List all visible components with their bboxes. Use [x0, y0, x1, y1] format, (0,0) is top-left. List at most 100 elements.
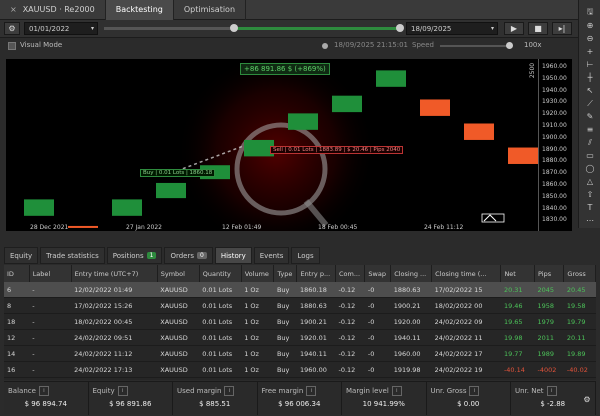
table-row[interactable]: 6-12/02/2022 01:49 XAUUSD 0.01 Lots 1 Oz Buy… [4, 282, 596, 298]
visual-mode-checkbox[interactable] [8, 42, 16, 50]
slider-handle-end[interactable] [396, 24, 404, 32]
info-icon[interactable]: i [306, 386, 317, 396]
tab-positions[interactable]: Positions 1 [106, 247, 163, 264]
table-row[interactable]: 18-18/02/2022 00:45 XAUUSD 0.01 Lots 1 Oz Bu… [4, 313, 596, 330]
table-row[interactable]: 14-24/02/2022 11:12 XAUUSD 0.01 Lots 1 Oz Bu… [4, 345, 596, 362]
column-header[interactable]: Quantity [199, 265, 242, 282]
stop-icon: ■ [534, 24, 542, 33]
tab-logs[interactable]: Logs [291, 247, 320, 264]
summary-label: Used margin i [177, 386, 235, 396]
more-icon[interactable]: ⋯ [579, 214, 600, 227]
summary-label: Free margin i [262, 386, 317, 396]
column-header[interactable]: Net [500, 265, 536, 282]
horizontal-line-icon[interactable]: ⊢ [579, 58, 600, 71]
speed-slider-handle[interactable] [506, 42, 513, 49]
column-header[interactable]: Gross [563, 265, 596, 282]
table-cell: -0 [364, 313, 391, 330]
summary-value: $ 96 006.34 [278, 400, 321, 408]
tab-optimisation[interactable]: Optimisation [174, 0, 247, 20]
column-header[interactable]: Entry p... [296, 265, 336, 282]
arrow-icon[interactable]: ⇧ [579, 188, 600, 201]
column-header[interactable]: Com... [335, 265, 366, 282]
tab-backtesting[interactable]: Backtesting [105, 0, 174, 20]
table-cell: 19.98 [500, 329, 535, 346]
pen-icon[interactable]: ✎ [579, 110, 600, 123]
start-date-field[interactable]: 01/01/2022 ▾ [24, 22, 98, 35]
column-header[interactable]: Volume [241, 265, 275, 282]
info-icon[interactable]: i [391, 386, 402, 396]
table-cell: 19.46 [500, 297, 535, 314]
tab-symbol[interactable]: × XAUUSD · Re2000 [0, 0, 106, 20]
crosshair-icon[interactable]: + [579, 45, 600, 58]
speed-slider-track[interactable] [440, 45, 510, 47]
visual-timeline-handle[interactable] [322, 43, 328, 49]
price-chart[interactable]: 28 Dec 2021 27 Jan 2022 12 Feb 01:49 18 Feb… [6, 59, 538, 231]
summary-label: Balance i [8, 386, 49, 396]
table-row[interactable]: 8-17/02/2022 15:26 XAUUSD 0.01 Lots 1 Oz Buy… [4, 297, 596, 314]
column-header[interactable]: Closing time (... [431, 265, 502, 282]
column-header[interactable]: Swap [364, 265, 392, 282]
candle [508, 147, 538, 164]
play-button[interactable]: ▶ [504, 22, 524, 35]
table-cell: 14 [4, 345, 30, 362]
save-icon[interactable]: 🖫 [579, 6, 600, 19]
column-header[interactable]: Entry time (UTC+7) [71, 265, 158, 282]
info-icon[interactable]: i [546, 386, 557, 396]
table-row[interactable]: 16-24/02/2022 17:13 XAUUSD 0.01 Lots 1 Oz Bu… [4, 361, 596, 378]
column-header[interactable]: Symbol [157, 265, 200, 282]
tab-history[interactable]: History [214, 247, 252, 264]
candle [332, 95, 362, 113]
info-icon[interactable]: i [117, 386, 128, 396]
text-icon[interactable]: T [579, 201, 600, 214]
summary-cell: Unr. Gross i $ 0.00 [427, 382, 511, 415]
column-header[interactable]: Pips [534, 265, 565, 282]
fibonacci-icon[interactable]: ≡ [579, 123, 600, 136]
step-forward-icon: ▸| [558, 24, 566, 33]
triangle-icon[interactable]: △ [579, 175, 600, 188]
calendar-dropdown-icon: ▾ [490, 25, 494, 32]
x-tick-label: 27 Jan 2022 [126, 224, 162, 231]
close-icon[interactable]: × [10, 5, 17, 14]
stop-button[interactable]: ■ [528, 22, 548, 35]
column-header[interactable]: ID [4, 265, 30, 282]
rectangle-icon[interactable]: ▭ [579, 149, 600, 162]
info-icon[interactable]: i [469, 386, 480, 396]
channel-icon[interactable]: ⫽ [579, 136, 600, 149]
settings-button[interactable]: ⚙ [4, 22, 20, 35]
tab-orders[interactable]: Orders 0 [164, 247, 213, 264]
zoom-in-icon[interactable]: ⊕ [579, 19, 600, 32]
table-cell: 19.79 [563, 313, 596, 330]
tab-equity[interactable]: Equity [4, 247, 39, 264]
tab-events[interactable]: Events [253, 247, 290, 264]
trendline-icon[interactable]: ⟋ [579, 97, 600, 110]
column-header[interactable]: Closing ... [390, 265, 433, 282]
ellipse-icon[interactable]: ◯ [579, 162, 600, 175]
background-glow [176, 59, 376, 231]
slider-handle-start[interactable] [230, 24, 238, 32]
summary-label: Margin level i [346, 386, 402, 396]
info-icon[interactable]: i [38, 386, 49, 396]
tab-equity-label: Equity [10, 251, 33, 260]
date-range-slider-fill [236, 27, 400, 30]
column-header[interactable]: Type [273, 265, 298, 282]
tab-trade-statistics[interactable]: Trade statistics [40, 247, 105, 264]
table-cell: 1919.98 [390, 361, 432, 378]
cursor-icon[interactable]: ↖ [579, 84, 600, 97]
info-icon[interactable]: i [224, 386, 235, 396]
column-header[interactable]: Label [29, 265, 72, 282]
candle [464, 123, 494, 140]
summary-settings-button[interactable]: ⚙ [580, 392, 594, 406]
vertical-line-icon[interactable]: ┼ [579, 71, 600, 84]
table-cell: XAUUSD [157, 282, 200, 298]
start-date-value: 01/01/2022 [29, 24, 70, 33]
table-cell: 1 Oz [241, 345, 274, 362]
zoom-out-icon[interactable]: ⊖ [579, 32, 600, 45]
end-date-field[interactable]: 18/09/2025 ▾ [406, 22, 498, 35]
tab-logs-label: Logs [297, 251, 314, 260]
step-button[interactable]: ▸| [552, 22, 572, 35]
summary-value: $ 96 894.74 [24, 400, 67, 408]
table-row[interactable]: 12-24/02/2022 09:51 XAUUSD 0.01 Lots 1 Oz Bu… [4, 329, 596, 346]
table-cell: 19.89 [563, 345, 596, 362]
table-cell: 1880.63 [390, 282, 432, 298]
summary-label: Unr. Net i [515, 386, 557, 396]
